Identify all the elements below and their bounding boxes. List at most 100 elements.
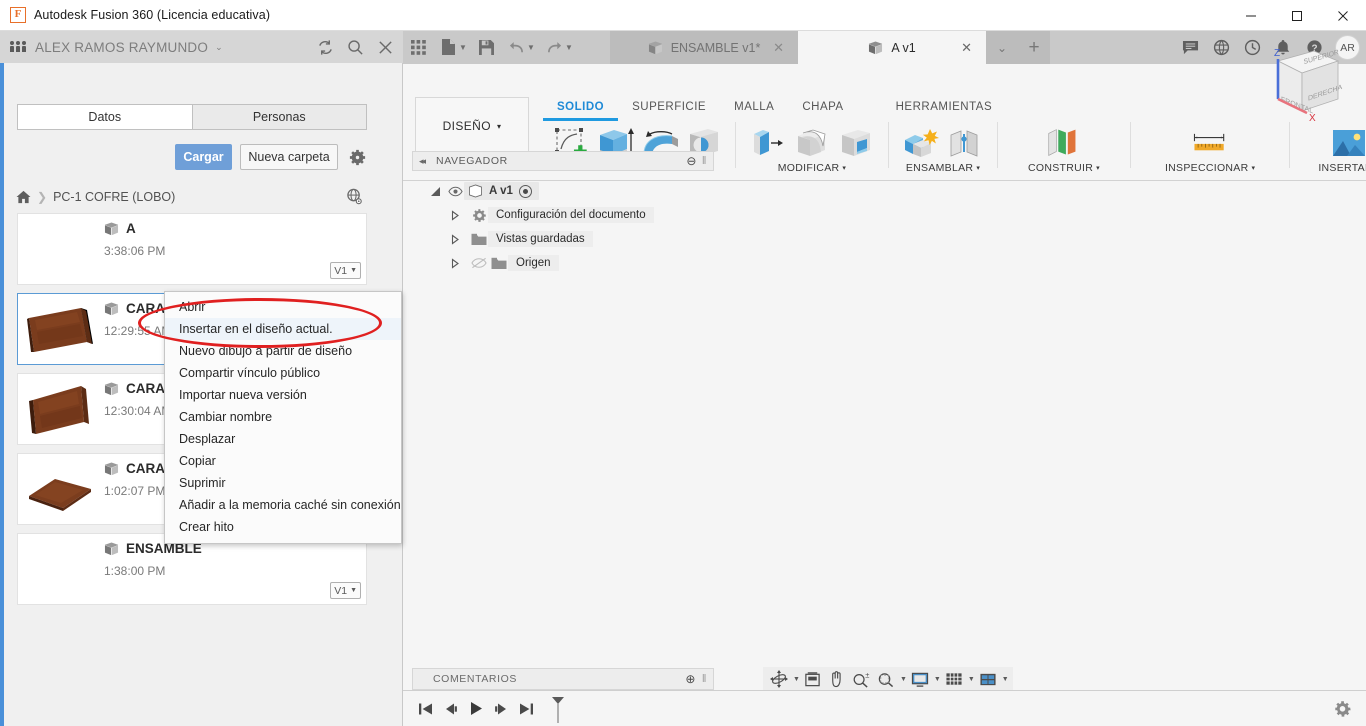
context-menu-item-suprimir[interactable]: Suprimir <box>165 472 401 494</box>
ribbon-panel-label[interactable]: INSERTAR ▾ <box>1318 162 1366 174</box>
ribbon-panel-label[interactable]: INSPECCIONAR ▾ <box>1165 162 1255 174</box>
tab-personas[interactable]: Personas <box>191 104 367 130</box>
offset-plane-icon[interactable] <box>1043 122 1085 160</box>
account-name[interactable]: ALEX RAMOS RAYMUNDO <box>35 40 208 55</box>
context-menu-item-cambiar-nombre[interactable]: Cambiar nombre <box>165 406 401 428</box>
ribbon-panel-label[interactable]: CONSTRUIR ▾ <box>1028 162 1100 174</box>
new-folder-button[interactable]: Nueva carpeta <box>240 144 338 170</box>
expand-triangle-icon[interactable] <box>450 257 466 269</box>
expand-triangle-icon[interactable] <box>450 209 466 221</box>
close-button[interactable] <box>1320 0 1366 31</box>
chevron-down-icon[interactable]: ▼ <box>793 676 800 683</box>
chevron-down-icon[interactable]: ▼ <box>1002 676 1009 683</box>
breadcrumb-path[interactable]: PC-1 COFRE (LOBO) <box>53 190 175 204</box>
comment-icon[interactable] <box>1175 31 1205 64</box>
close-icon[interactable]: ✕ <box>773 40 784 56</box>
context-menu-item-crear-hito[interactable]: Crear hito <box>165 516 401 538</box>
visibility-eye-icon[interactable] <box>446 186 464 197</box>
zoom-icon[interactable]: ± <box>849 668 873 690</box>
press-pull-icon[interactable] <box>747 122 789 160</box>
fillet-icon[interactable] <box>791 122 833 160</box>
resize-grip-icon[interactable]: ‖ <box>702 673 707 685</box>
context-menu-item-importar-version[interactable]: Importar nueva versión <box>165 384 401 406</box>
search-icon[interactable] <box>343 35 367 59</box>
ribbon-panel-label[interactable]: ENSAMBLAR ▾ <box>906 162 980 174</box>
chevron-down-icon[interactable]: ▼ <box>527 43 539 52</box>
minimize-button[interactable] <box>1228 0 1274 31</box>
globe-icon[interactable] <box>1206 31 1236 64</box>
measure-icon[interactable] <box>1189 122 1231 160</box>
context-menu-item-compartir-vinculo[interactable]: Compartir vínculo público <box>165 362 401 384</box>
minimize-icon[interactable]: ⊖ <box>686 154 697 168</box>
orbit-icon[interactable] <box>767 668 791 690</box>
expand-triangle-icon[interactable] <box>430 186 446 197</box>
zoom-window-icon[interactable] <box>874 668 898 690</box>
version-dropdown[interactable]: V1 ▼ <box>330 582 361 599</box>
go-to-start-icon[interactable] <box>413 691 438 726</box>
grid-apps-icon[interactable] <box>403 31 433 64</box>
new-component-icon[interactable] <box>900 122 942 160</box>
collapse-left-icon[interactable]: ◂◂ <box>419 156 426 167</box>
expand-triangle-icon[interactable] <box>450 233 466 245</box>
close-icon[interactable]: ✕ <box>961 40 972 56</box>
gear-icon[interactable] <box>346 146 368 168</box>
tree-node-configuracion[interactable]: Configuración del documento <box>412 203 714 227</box>
refresh-icon[interactable] <box>313 35 337 59</box>
context-menu-item-abrir[interactable]: Abrir <box>165 296 401 318</box>
tab-overflow-chevron-icon[interactable]: ⌄ <box>986 31 1018 64</box>
panel-close-icon[interactable] <box>373 35 397 59</box>
resize-grip-icon[interactable]: ‖ <box>702 155 707 167</box>
upload-button[interactable]: Cargar <box>175 144 232 170</box>
context-menu-item-nuevo-dibujo[interactable]: Nuevo dibujo a partir de diseño <box>165 340 401 362</box>
play-icon[interactable] <box>463 691 488 726</box>
save-icon[interactable] <box>471 31 501 64</box>
viewports-icon[interactable] <box>801 668 824 690</box>
ribbon-tab-herramientas[interactable]: HERRAMIENTAS <box>858 97 1007 117</box>
data-panel-header: ALEX RAMOS RAYMUNDO ⌄ <box>0 31 403 63</box>
go-to-end-icon[interactable] <box>513 691 538 726</box>
chevron-down-icon[interactable]: ▼ <box>968 676 975 683</box>
document-tab-a[interactable]: A v1 ✕ <box>798 31 986 64</box>
add-comment-icon[interactable]: ⊕ <box>685 672 696 686</box>
file-card[interactable]: A 3:38:06 PM V1 ▼ <box>17 213 367 285</box>
pan-icon[interactable] <box>825 668 848 690</box>
view-cube[interactable]: SUPERIOR FRONTAL DERECHA Z X <box>1252 39 1348 131</box>
chevron-down-icon[interactable]: ▼ <box>900 676 907 683</box>
ribbon-tab-solido[interactable]: SOLIDO <box>543 97 619 121</box>
chevron-down-icon[interactable]: ▼ <box>459 43 471 52</box>
chevron-down-icon[interactable]: ▼ <box>934 676 941 683</box>
ribbon-tab-superficie[interactable]: SUPERFICIE <box>618 97 720 117</box>
new-tab-button[interactable]: + <box>1018 31 1050 64</box>
viewport-layout-icon[interactable] <box>976 668 1000 690</box>
context-menu-item-desplazar[interactable]: Desplazar <box>165 428 401 450</box>
context-menu-item-anadir-cache[interactable]: Añadir a la memoria caché sin conexión <box>165 494 401 516</box>
step-back-icon[interactable] <box>438 691 463 726</box>
document-tab-ensamble[interactable]: ENSAMBLE v1* ✕ <box>610 31 798 64</box>
timeline-marker-icon[interactable] <box>550 696 564 723</box>
context-menu-item-copiar[interactable]: Copiar <box>165 450 401 472</box>
tree-node-vistas-guardadas[interactable]: Vistas guardadas <box>412 227 714 251</box>
ribbon-panel-label[interactable]: MODIFICAR ▾ <box>778 162 846 174</box>
tree-node-root[interactable]: A v1 <box>412 179 714 203</box>
shell-icon[interactable] <box>835 122 877 160</box>
tree-node-origen[interactable]: Origen <box>412 251 714 275</box>
context-menu-item-insertar-en-el-diseno-actual[interactable]: Insertar en el diseño actual. <box>165 318 401 340</box>
document-tab-label: A v1 <box>891 40 916 55</box>
chevron-down-icon[interactable]: ▼ <box>565 43 577 52</box>
grid-snap-icon[interactable] <box>942 668 966 690</box>
home-icon[interactable] <box>16 190 31 204</box>
version-dropdown[interactable]: V1 ▼ <box>330 262 361 279</box>
ribbon-tab-chapa[interactable]: CHAPA <box>788 97 857 117</box>
chevron-down-icon[interactable]: ⌄ <box>215 42 223 53</box>
maximize-button[interactable] <box>1274 0 1320 31</box>
step-forward-icon[interactable] <box>488 691 513 726</box>
ribbon-tab-malla[interactable]: MALLA <box>720 97 788 117</box>
globe-icon[interactable] <box>346 188 363 205</box>
activate-component-radio[interactable] <box>518 184 532 198</box>
joint-icon[interactable] <box>944 122 986 160</box>
visibility-hidden-icon[interactable] <box>470 257 488 269</box>
tab-datos[interactable]: Datos <box>17 104 192 130</box>
display-settings-icon[interactable] <box>908 668 932 690</box>
workspace-selector[interactable]: DISEÑO ▾ <box>415 97 529 155</box>
gear-icon[interactable] <box>1334 700 1352 718</box>
